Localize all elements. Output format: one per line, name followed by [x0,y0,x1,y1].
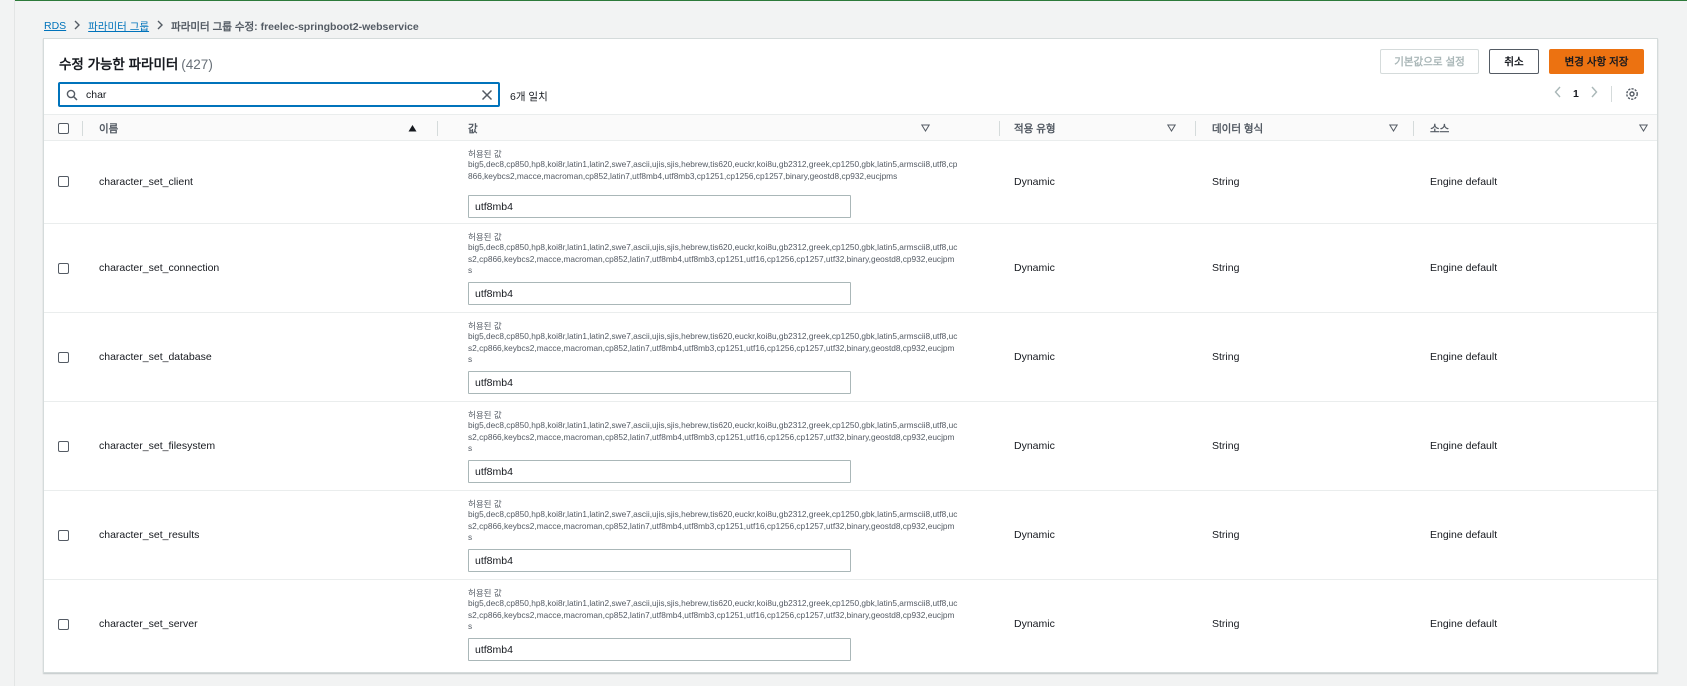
parameter-value-input[interactable] [468,371,851,394]
apply-type: Dynamic [1014,529,1055,541]
parameter-name: character_set_filesystem [99,440,216,452]
breadcrumb: RDS 파라미터 그룹 파라미터 그룹 수정: freelec-springbo… [44,19,419,33]
allowed-values: big5,dec8,cp850,hp8,koi8r,latin1,latin2,… [468,598,958,631]
parameter-count: (427) [181,57,213,72]
parameter-value-input[interactable] [468,638,851,661]
column-header-value[interactable]: 값 [468,115,938,141]
sort-icon[interactable] [1388,123,1399,135]
sort-icon[interactable] [1166,123,1177,135]
row-checkbox[interactable] [58,176,69,187]
column-divider [437,121,438,136]
source: Engine default [1430,262,1498,274]
close-icon[interactable] [476,89,498,101]
sort-ascending-icon[interactable] [408,123,417,135]
column-header-apply-type-label: 적용 유형 [1014,122,1056,135]
panel-title: 수정 가능한 파라미터 (427) [59,53,213,73]
data-type: String [1212,176,1240,188]
select-all-checkbox-cell [58,115,69,141]
top-accent-line [0,0,1687,1]
allowed-values: big5,dec8,cp850,hp8,koi8r,latin1,latin2,… [468,242,958,275]
row-checkbox[interactable] [58,619,69,630]
apply-type: Dynamic [1014,262,1055,274]
data-type: String [1212,529,1240,541]
allowed-values: big5,dec8,cp850,hp8,koi8r,latin1,latin2,… [468,509,958,542]
parameter-value-input[interactable] [468,460,851,483]
apply-type: Dynamic [1014,440,1055,452]
source: Engine default [1430,351,1498,363]
source: Engine default [1430,529,1498,541]
parameter-name: character_set_client [99,176,193,188]
match-count: 6개 일치 [510,91,548,103]
select-all-checkbox[interactable] [58,122,69,134]
source: Engine default [1430,618,1498,630]
breadcrumb-link-parameter-groups[interactable]: 파라미터 그룹 [88,19,149,34]
apply-type: Dynamic [1014,351,1055,363]
column-header-source-label: 소스 [1430,122,1450,135]
sort-icon[interactable] [1638,123,1649,135]
breadcrumb-link-rds[interactable]: RDS [44,20,66,32]
table-row: character_set_server 허용된 값 big5,dec8,cp8… [44,580,1657,669]
cancel-button[interactable]: 취소 [1489,49,1539,74]
data-type: String [1212,262,1240,274]
panel-title-text: 수정 가능한 파라미터 [59,57,179,72]
column-header-data-type[interactable]: 데이터 형식 [1212,115,1406,141]
data-type: String [1212,351,1240,363]
breadcrumb-current: 파라미터 그룹 수정: freelec-springboot2-webservi… [171,20,419,33]
allowed-values: big5,dec8,cp850,hp8,koi8r,latin1,latin2,… [468,420,958,453]
parameter-value-input[interactable] [468,549,851,572]
table-row: character_set_filesystem 허용된 값 big5,dec8… [44,402,1657,491]
column-divider [999,121,1000,136]
save-changes-button[interactable]: 변경 사항 저장 [1549,49,1644,74]
table-row: character_set_client 허용된 값 big5,dec8,cp8… [44,141,1657,224]
row-checkbox[interactable] [58,352,69,363]
column-header-apply-type[interactable]: 적용 유형 [1014,115,1184,141]
column-divider [82,121,83,136]
chevron-right-icon[interactable] [1590,85,1598,103]
table-row: character_set_results 허용된 값 big5,dec8,cp… [44,491,1657,580]
table-header: 이름 값 적용 유형 데이터 형식 소스 [44,114,1657,141]
column-header-source[interactable]: 소스 [1430,115,1656,141]
search-icon [60,89,84,101]
row-checkbox[interactable] [58,263,69,274]
parameter-name: character_set_server [99,618,198,630]
search-box [58,82,500,107]
source: Engine default [1430,440,1498,452]
parameter-name: character_set_database [99,351,212,363]
left-navigation-rail [0,0,15,686]
parameter-name: character_set_connection [99,262,220,274]
row-checkbox[interactable] [58,530,69,541]
parameter-value-input[interactable] [468,195,851,218]
pagination: 1 [1554,83,1639,105]
reset-to-default-button[interactable]: 기본값으로 설정 [1380,49,1479,74]
column-header-name[interactable]: 이름 [99,115,425,141]
column-divider [1195,121,1196,136]
column-header-value-label: 값 [468,122,478,135]
allowed-values: big5,dec8,cp850,hp8,koi8r,latin1,latin2,… [468,331,958,364]
current-page[interactable]: 1 [1573,88,1579,100]
table-row: character_set_connection 허용된 값 big5,dec8… [44,224,1657,313]
parameter-value-input[interactable] [468,282,851,305]
row-checkbox[interactable] [58,441,69,452]
apply-type: Dynamic [1014,618,1055,630]
gear-icon[interactable] [1625,87,1639,101]
sort-icon[interactable] [920,123,931,135]
allowed-values: big5,dec8,cp850,hp8,koi8r,latin1,latin2,… [468,159,958,181]
data-type: String [1212,440,1240,452]
column-header-data-type-label: 데이터 형식 [1212,122,1264,135]
column-header-name-label: 이름 [99,122,119,135]
data-type: String [1212,618,1240,630]
source: Engine default [1430,176,1498,188]
column-divider [1413,121,1414,136]
pagination-divider [1610,86,1612,102]
chevron-left-icon[interactable] [1554,85,1562,103]
chevron-right-icon [149,20,171,33]
editable-parameters-panel: 수정 가능한 파라미터(427) 기본값으로 설정 취소 변경 사항 저장 6개… [43,38,1658,673]
apply-type: Dynamic [1014,176,1055,188]
parameter-name: character_set_results [99,529,200,541]
search-input[interactable] [84,88,476,101]
table-row: character_set_database 허용된 값 big5,dec8,c… [44,313,1657,402]
chevron-right-icon [66,20,88,33]
